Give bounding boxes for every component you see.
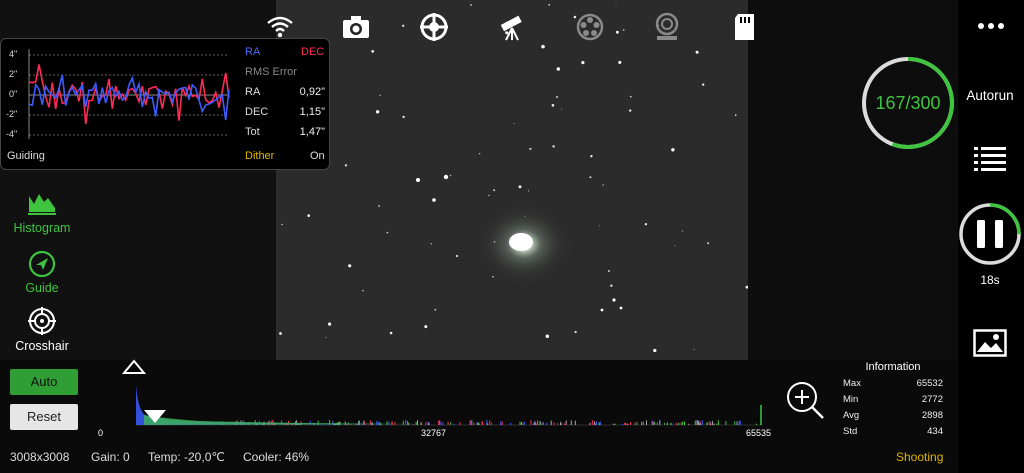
list-icon[interactable] bbox=[974, 146, 1006, 172]
pause-icon bbox=[977, 220, 985, 248]
more-options-icon[interactable] bbox=[976, 19, 1006, 33]
shooting-state: Shooting bbox=[896, 450, 944, 464]
camera-icon[interactable] bbox=[341, 12, 371, 42]
guide-tool[interactable]: Guide bbox=[0, 250, 84, 295]
information-title: Information bbox=[865, 361, 921, 373]
rms-ra-value: 0,92" bbox=[299, 86, 325, 98]
info-avg-label: Avg bbox=[843, 410, 860, 421]
info-avg: Avg 2898 bbox=[843, 410, 943, 421]
dither-value[interactable]: On bbox=[310, 150, 325, 162]
rms-dec-value: 1,15" bbox=[299, 106, 325, 118]
autorun-label[interactable]: Autorun bbox=[960, 88, 1020, 103]
guiding-panel[interactable]: 4" 2" 0" -2" -4" RA DEC RMS Error RA 0,9… bbox=[0, 38, 330, 170]
rms-total-value: 1,47" bbox=[299, 126, 325, 138]
temperature-status: Temp: -20,0℃ bbox=[148, 450, 225, 464]
histogram-axis-max: 65535 bbox=[746, 428, 772, 438]
histogram-label: Histogram bbox=[13, 221, 71, 235]
info-min-label: Min bbox=[843, 394, 859, 405]
dec-legend: DEC bbox=[301, 46, 325, 58]
black-point-handle[interactable] bbox=[121, 359, 147, 374]
histogram-icon bbox=[28, 194, 56, 215]
resolution-status: 3008x3008 bbox=[10, 450, 70, 464]
info-std-value: 434 bbox=[927, 426, 943, 437]
nebula-image bbox=[279, 3, 748, 353]
sd-card-icon[interactable] bbox=[730, 12, 760, 42]
focuser-icon[interactable] bbox=[419, 12, 449, 42]
guiding-graph bbox=[28, 49, 230, 139]
gallery-icon[interactable] bbox=[973, 329, 1007, 357]
right-toolbar-area bbox=[748, 0, 958, 360]
guiding-title: Guiding bbox=[7, 150, 45, 162]
auto-stretch-button[interactable]: Auto bbox=[10, 369, 78, 395]
rotator-icon[interactable] bbox=[652, 12, 682, 42]
info-max: Max 65532 bbox=[843, 378, 943, 389]
preview-image[interactable] bbox=[276, 0, 748, 360]
guide-label: Guide bbox=[25, 281, 59, 295]
sequence-progress-text: 167/300 bbox=[875, 93, 941, 113]
info-max-value: 65532 bbox=[916, 378, 943, 389]
histogram-axis-min: 0 bbox=[98, 428, 104, 438]
rms-total-label: Tot bbox=[245, 126, 260, 138]
ra-legend: RA bbox=[245, 46, 261, 58]
y-tick-label: 2" bbox=[9, 69, 18, 79]
telescope-icon[interactable] bbox=[497, 12, 527, 42]
zoom-in-icon[interactable] bbox=[785, 380, 827, 420]
y-tick-label: -4" bbox=[6, 129, 18, 139]
histogram-graph[interactable] bbox=[100, 355, 780, 427]
info-std: Std 434 bbox=[843, 426, 943, 437]
info-avg-value: 2898 bbox=[921, 410, 943, 421]
info-std-label: Std bbox=[843, 426, 858, 437]
crosshair-tool[interactable]: Crosshair bbox=[0, 306, 84, 353]
histogram-tool[interactable]: Histogram bbox=[0, 190, 84, 235]
filter-wheel-icon[interactable] bbox=[575, 12, 605, 42]
gain-status: Gain: 0 bbox=[91, 450, 130, 464]
compass-icon bbox=[28, 250, 56, 278]
reset-stretch-button[interactable]: Reset bbox=[10, 404, 78, 430]
crosshair-icon bbox=[28, 307, 56, 335]
ra-series-line bbox=[28, 74, 230, 121]
crosshair-label: Crosshair bbox=[15, 339, 69, 353]
dither-label: Dither bbox=[245, 150, 275, 162]
histogram-axis-mid: 32767 bbox=[421, 428, 447, 438]
exposure-remaining: 18s bbox=[980, 273, 1000, 287]
y-tick-label: -2" bbox=[6, 109, 18, 119]
info-min-value: 2772 bbox=[921, 394, 943, 405]
rms-title: RMS Error bbox=[245, 66, 297, 78]
pause-button[interactable] bbox=[958, 202, 1022, 266]
y-tick-label: 4" bbox=[9, 49, 18, 59]
info-max-label: Max bbox=[843, 378, 861, 389]
y-tick-label: 0" bbox=[9, 89, 18, 99]
rms-ra-label: RA bbox=[245, 86, 261, 98]
info-min: Min 2772 bbox=[843, 394, 943, 405]
cooler-status: Cooler: 46% bbox=[243, 450, 310, 464]
